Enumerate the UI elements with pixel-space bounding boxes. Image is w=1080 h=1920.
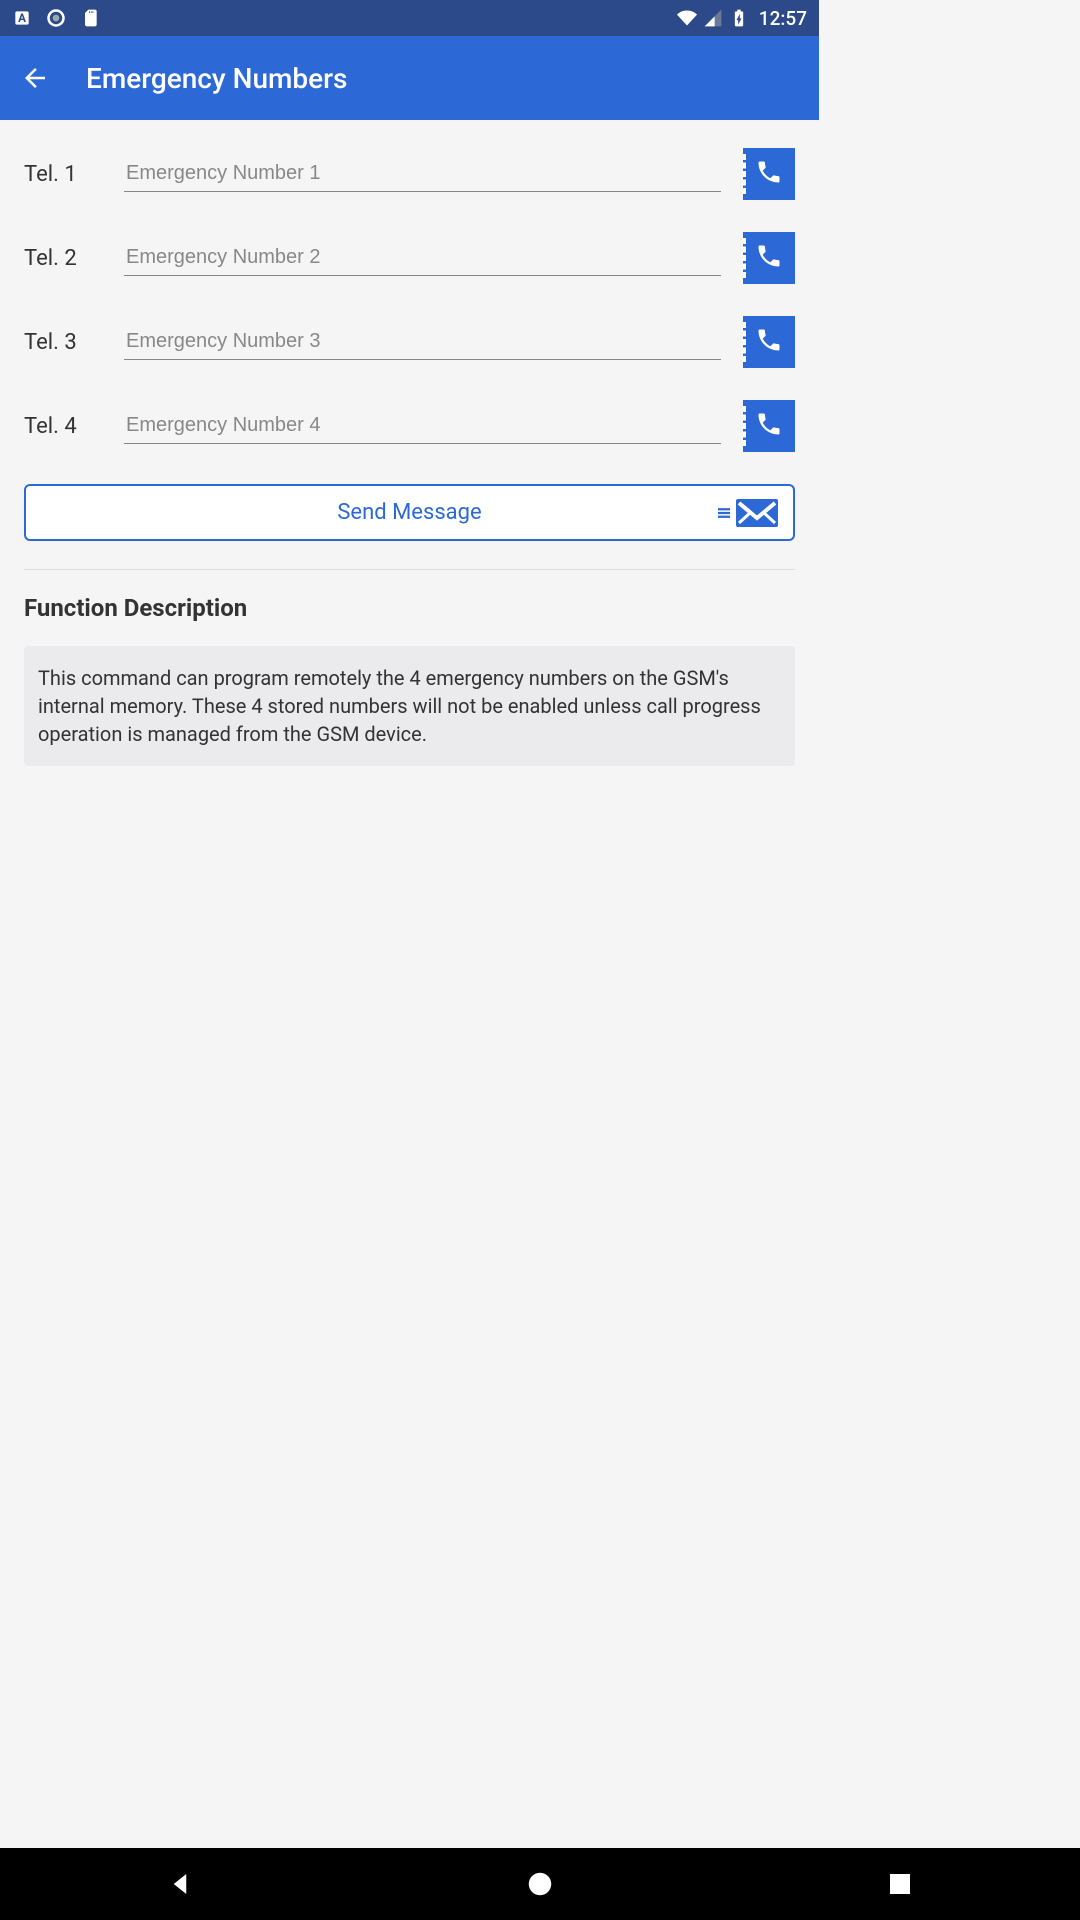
app-bar: Emergency Numbers <box>0 36 819 120</box>
tel-row-4: Tel. 4 <box>24 400 795 452</box>
phone-icon <box>755 158 783 190</box>
send-button-label: Send Message <box>337 500 481 525</box>
phone-icon <box>755 410 783 442</box>
tel-input-3[interactable] <box>124 324 721 360</box>
divider <box>24 569 795 570</box>
contacts-button-1[interactable] <box>743 148 795 200</box>
svg-text:A: A <box>18 11 26 25</box>
keyboard-icon: A <box>12 8 32 28</box>
send-message-icon <box>715 498 779 528</box>
page-title: Emergency Numbers <box>86 62 347 95</box>
main-content: Tel. 1 Tel. 2 Tel. 3 Tel. 4 <box>0 120 819 794</box>
tel-label-4: Tel. 4 <box>24 414 102 439</box>
tel-label-2: Tel. 2 <box>24 246 102 271</box>
phone-icon <box>755 326 783 358</box>
send-message-button[interactable]: Send Message <box>24 484 795 541</box>
signal-icon <box>703 8 723 28</box>
tel-input-1[interactable] <box>124 156 721 192</box>
tel-input-4[interactable] <box>124 408 721 444</box>
status-right-icons: 12:57 <box>677 7 807 30</box>
wifi-icon <box>677 8 697 28</box>
navigation-bar <box>0 1848 1080 1920</box>
description-title: Function Description <box>24 594 795 622</box>
status-left-icons: A <box>12 8 100 28</box>
tel-row-3: Tel. 3 <box>24 316 795 368</box>
contacts-button-3[interactable] <box>743 316 795 368</box>
contacts-button-2[interactable] <box>743 232 795 284</box>
nav-recent-button[interactable] <box>885 1869 915 1899</box>
phone-icon <box>755 242 783 274</box>
sd-card-icon <box>80 8 100 28</box>
tel-label-3: Tel. 3 <box>24 330 102 355</box>
tel-label-1: Tel. 1 <box>24 162 102 187</box>
status-time: 12:57 <box>759 7 807 30</box>
battery-charging-icon <box>729 8 749 28</box>
tel-input-2[interactable] <box>124 240 721 276</box>
tel-row-1: Tel. 1 <box>24 148 795 200</box>
description-body: This command can program remotely the 4 … <box>24 646 795 766</box>
nav-back-button[interactable] <box>165 1869 195 1899</box>
circle-icon <box>46 8 66 28</box>
contacts-button-4[interactable] <box>743 400 795 452</box>
status-bar: A 12:57 <box>0 0 819 36</box>
back-button[interactable] <box>20 63 50 93</box>
tel-row-2: Tel. 2 <box>24 232 795 284</box>
nav-home-button[interactable] <box>525 1869 555 1899</box>
